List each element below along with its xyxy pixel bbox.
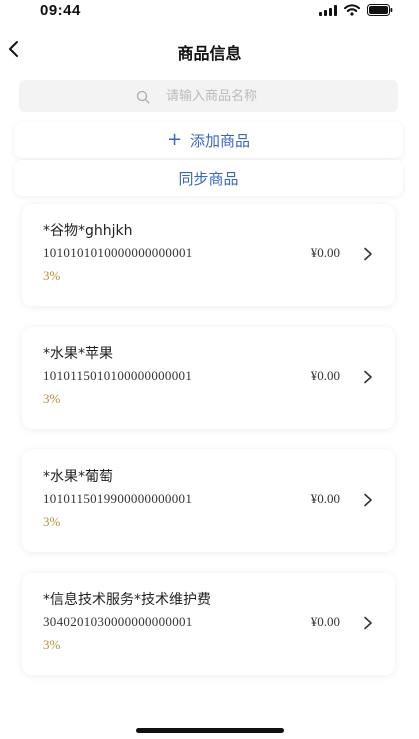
product-code: 1010115019900000000001	[43, 491, 193, 506]
chevron-right-icon	[363, 492, 373, 507]
search-input[interactable]	[166, 88, 281, 104]
chevron-right-icon	[363, 369, 373, 384]
product-card[interactable]: *谷物*ghhjkh 1010101010000000000001 ¥0.00 …	[22, 204, 395, 306]
product-tax-rate: 3%	[43, 514, 61, 529]
product-name: *谷物*ghhjkh	[43, 223, 133, 239]
add-product-label: 添加商品	[190, 131, 251, 150]
product-card[interactable]: *水果*葡萄 1010115019900000000001 ¥0.00 3%	[22, 450, 395, 552]
product-name: *信息技术服务*技术维护费	[43, 592, 211, 608]
sync-product-button[interactable]: 同步商品	[14, 160, 403, 196]
status-time: 09:44	[40, 2, 81, 19]
plus-icon: +	[166, 129, 183, 150]
nav-bar: 商品信息	[0, 30, 419, 70]
page-title: 商品信息	[177, 44, 242, 63]
status-icons	[319, 4, 393, 16]
product-name: *水果*苹果	[43, 346, 113, 362]
sync-product-label: 同步商品	[178, 169, 239, 188]
add-product-button[interactable]: + 添加商品	[14, 122, 403, 158]
home-indicator[interactable]	[136, 728, 284, 733]
signal-icon	[319, 4, 337, 16]
product-tax-rate: 3%	[43, 637, 61, 652]
search-box[interactable]	[19, 80, 398, 112]
battery-icon	[367, 4, 393, 16]
product-code: 1010101010000000000001	[43, 245, 193, 260]
chevron-right-icon	[363, 246, 373, 261]
product-code: 1010115010100000000001	[43, 368, 193, 383]
product-code: 3040201030000000000001	[43, 614, 193, 629]
product-tax-rate: 3%	[43, 268, 61, 283]
chevron-right-icon	[363, 615, 373, 630]
product-price: ¥0.00	[310, 245, 340, 260]
product-card[interactable]: *信息技术服务*技术维护费 3040201030000000000001 ¥0.…	[22, 573, 395, 675]
search-icon	[136, 89, 150, 104]
product-card[interactable]: *水果*苹果 1010115010100000000001 ¥0.00 3%	[22, 327, 395, 429]
status-bar: 09:44	[0, 0, 419, 24]
wifi-icon	[344, 4, 360, 16]
product-price: ¥0.00	[310, 368, 340, 383]
product-tax-rate: 3%	[43, 391, 61, 406]
product-price: ¥0.00	[310, 491, 340, 506]
product-name: *水果*葡萄	[43, 469, 113, 485]
product-price: ¥0.00	[310, 614, 340, 629]
